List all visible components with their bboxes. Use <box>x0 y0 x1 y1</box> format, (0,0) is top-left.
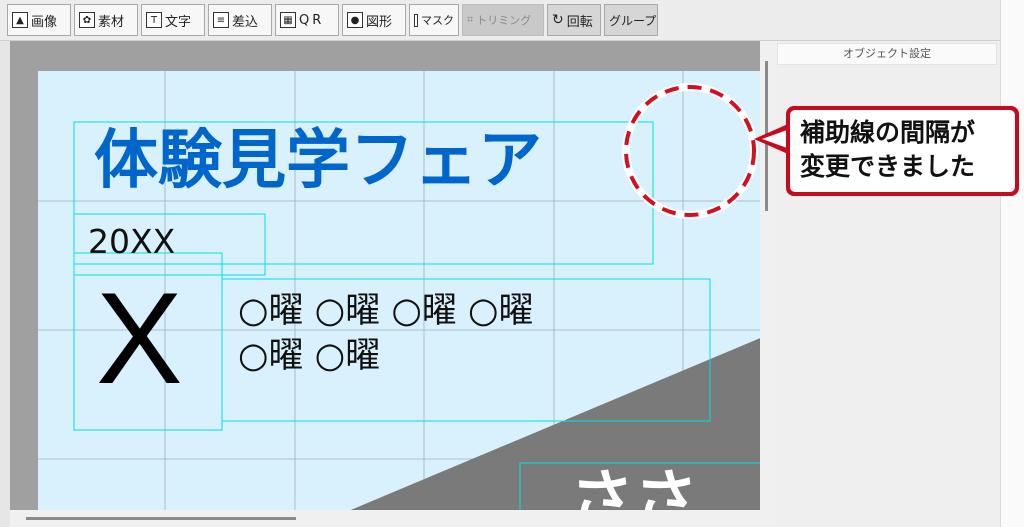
image-button-label: 画像 <box>31 14 58 30</box>
panel-title: オブジェクト設定 <box>777 43 997 65</box>
mask-icon <box>414 13 418 27</box>
canvas-title[interactable]: 体験見学フェア <box>94 129 542 193</box>
callout-box: 補助線の間隔が 変更できました <box>786 106 1019 196</box>
crop-button[interactable]: ⌗ トリミング <box>462 4 544 36</box>
text-icon: T <box>146 12 162 28</box>
horizontal-scrollbar[interactable] <box>10 510 770 527</box>
group-button[interactable]: グループ <box>604 4 658 36</box>
insert-icon: ≡ <box>213 12 229 28</box>
material-button[interactable]: ✿ 素材 <box>74 4 138 36</box>
shape-button-label: 図形 <box>366 14 393 30</box>
vertical-scrollbar[interactable] <box>760 41 774 512</box>
canvas-days-line2[interactable]: ○曜 ○曜 <box>238 339 380 374</box>
insert-button-label: 差込 <box>232 14 259 30</box>
text-button-label: 文字 <box>165 14 192 30</box>
canvas-big-letter[interactable]: X <box>96 273 183 403</box>
image-icon: ▲ <box>12 12 28 28</box>
canvas-year[interactable]: 20XX <box>88 225 175 258</box>
crop-icon: ⌗ <box>467 13 474 26</box>
shape-button[interactable]: ● 図形 <box>342 4 406 36</box>
qr-button-label: QR <box>299 12 325 28</box>
insert-button[interactable]: ≡ 差込 <box>208 4 272 36</box>
crop-button-label: トリミング <box>476 14 532 27</box>
image-button[interactable]: ▲ 画像 <box>7 4 71 36</box>
mask-button-label: マスク <box>421 14 454 27</box>
qr-icon: ▦ <box>280 12 296 28</box>
callout-inner: 補助線の間隔が 変更できました <box>790 110 1015 192</box>
material-icon: ✿ <box>79 12 95 28</box>
group-button-label: グループ <box>609 13 657 28</box>
rotate-button-label: 回転 <box>566 14 593 30</box>
canvas-days-line1[interactable]: ○曜 ○曜 ○曜 ○曜 <box>238 294 534 329</box>
canvas-workspace: 体験見学フェア 20XX X ○曜 ○曜 ○曜 ○曜 ○曜 ○曜 ささ <box>10 41 768 512</box>
shape-icon: ● <box>347 12 363 28</box>
callout-text: 補助線の間隔が 変更できました <box>800 118 976 181</box>
horizontal-scroll-thumb[interactable] <box>26 517 296 520</box>
mask-button[interactable]: マスク <box>409 4 459 36</box>
toolbar: ▲ 画像 ✿ 素材 T 文字 ≡ 差込 ▦ QR ● 図形 マスク ⌗ トリミン… <box>0 0 1000 41</box>
material-button-label: 素材 <box>98 14 125 30</box>
right-edge <box>1000 0 1024 527</box>
rotate-button[interactable]: ↻ 回転 <box>547 4 601 36</box>
text-button[interactable]: T 文字 <box>141 4 205 36</box>
qr-button[interactable]: ▦ QR <box>275 4 339 36</box>
rotate-icon: ↻ <box>552 12 564 28</box>
canvas-bottom-text[interactable]: ささ <box>570 469 698 512</box>
